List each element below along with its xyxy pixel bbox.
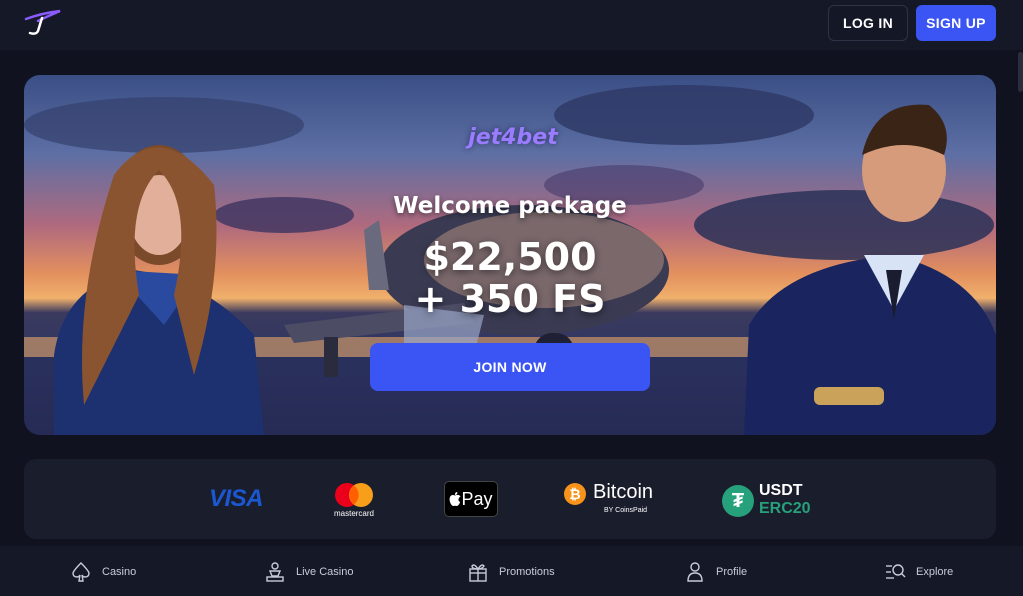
bitcoin-logo: ₿ Bitcoin BY CoinsPaid: [564, 481, 664, 519]
search-list-icon: [886, 564, 906, 579]
bitcoin-label: Bitcoin: [593, 481, 654, 503]
scrollbar[interactable]: [1018, 52, 1023, 92]
mastercard-icon: [335, 483, 373, 507]
tether-icon: ₮: [722, 485, 754, 517]
brand-logo: jet4bet: [468, 125, 558, 150]
apple-pay-label: Pay: [461, 488, 493, 509]
nav-item-casino[interactable]: Casino: [70, 560, 136, 584]
bitcoin-icon: ₿: [564, 483, 586, 505]
usdt-logo: ₮ USDT ERC20: [722, 481, 832, 519]
nav-item-profile[interactable]: Profile: [684, 560, 747, 584]
hero-content: jet4bet Welcome package $22,500 + 350 FS…: [24, 75, 996, 435]
join-now-button[interactable]: JOIN NOW: [370, 343, 650, 391]
top-bar: LOG IN SIGN UP: [0, 0, 1023, 50]
erc20-label: ERC20: [759, 500, 811, 517]
bonus-amount: $22,500: [423, 235, 597, 279]
nav-item-promotions[interactable]: Promotions: [467, 560, 555, 584]
bottom-nav: Casino Live Casino Promotions Profile Ex…: [0, 546, 1023, 596]
dealer-icon: [266, 562, 284, 582]
apple-pay-logo: Pay: [444, 481, 498, 517]
spade-icon: [72, 562, 90, 582]
visa-logo: VISA: [201, 483, 271, 515]
nav-label-explore: Explore: [916, 566, 954, 578]
nav-label-promotions: Promotions: [499, 566, 555, 578]
nav-label-profile: Profile: [716, 566, 748, 578]
gift-icon: [469, 564, 487, 582]
payment-methods: VISA mastercard Pay ₿ Bitcoin BY CoinsPa…: [24, 459, 996, 539]
nav-label-casino: Casino: [102, 566, 137, 578]
visa-label: VISA: [208, 485, 264, 512]
welcome-title: Welcome package: [393, 193, 627, 219]
mastercard-label: mastercard: [333, 509, 374, 518]
bonus-free-spins: + 350 FS: [414, 277, 606, 321]
user-icon: [687, 562, 703, 582]
login-button[interactable]: LOG IN: [828, 5, 908, 41]
hero-banner: jet4bet Welcome package $22,500 + 350 FS…: [24, 75, 996, 435]
nav-item-live-casino[interactable]: Live Casino: [264, 560, 353, 584]
apple-icon: [450, 491, 461, 506]
nav-item-explore[interactable]: Explore: [884, 560, 953, 584]
nav-label-live-casino: Live Casino: [296, 566, 354, 578]
coinspaid-label: BY CoinsPaid: [604, 507, 648, 514]
jet4bet-logo-icon[interactable]: [22, 9, 62, 37]
mastercard-logo: mastercard: [329, 479, 379, 521]
usdt-label: USDT: [759, 482, 803, 499]
signup-button[interactable]: SIGN UP: [916, 5, 996, 41]
